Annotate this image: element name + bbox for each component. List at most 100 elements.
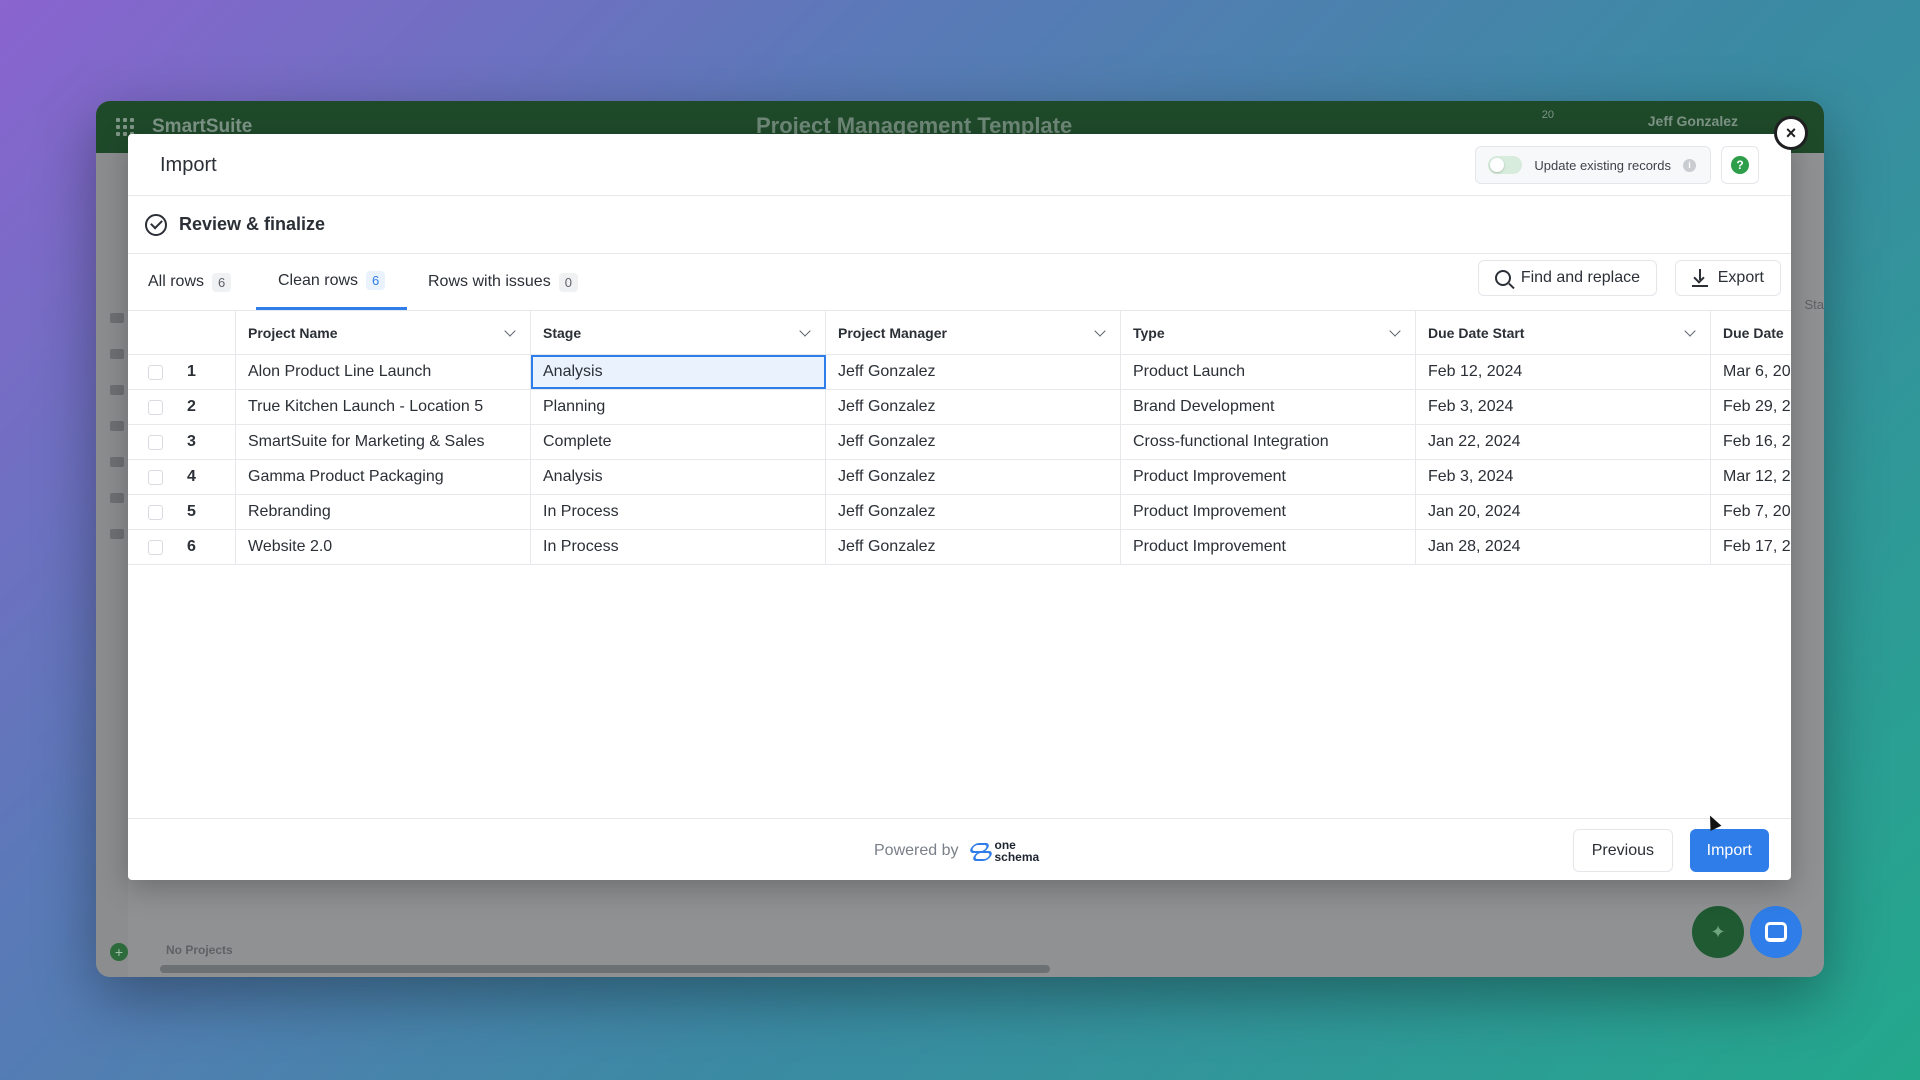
update-existing-toggle-group[interactable]: Update existing records i bbox=[1475, 146, 1711, 184]
tab-rows-with-issues[interactable]: Rows with issues 0 bbox=[428, 254, 578, 310]
column-header[interactable]: Project Name bbox=[236, 311, 531, 354]
chat-icon[interactable] bbox=[1750, 906, 1802, 958]
help-button[interactable]: ? bbox=[1721, 146, 1759, 184]
horizontal-scrollbar[interactable] bbox=[160, 965, 1050, 973]
rail-icon[interactable] bbox=[110, 493, 124, 503]
row-index: 4 bbox=[128, 460, 236, 494]
index-header bbox=[128, 311, 236, 354]
row-index: 3 bbox=[128, 425, 236, 459]
cell-stage[interactable]: Complete bbox=[531, 425, 826, 459]
cell-type[interactable]: Brand Development bbox=[1121, 390, 1416, 424]
column-header[interactable]: Type bbox=[1121, 311, 1416, 354]
column-header[interactable]: Due Date Start bbox=[1416, 311, 1711, 354]
tab-label: Clean rows bbox=[278, 271, 359, 289]
cell-project-manager[interactable]: Jeff Gonzalez bbox=[826, 530, 1121, 564]
table-row[interactable]: 1 Alon Product Line Launch Analysis Jeff… bbox=[128, 355, 1791, 390]
tab-clean-rows[interactable]: Clean rows 6 bbox=[256, 254, 408, 310]
cell-project-name[interactable]: SmartSuite for Marketing & Sales bbox=[236, 425, 531, 459]
cell-type[interactable]: Product Improvement bbox=[1121, 460, 1416, 494]
chevron-down-icon[interactable] bbox=[799, 324, 811, 337]
cell-due-date-start[interactable]: Jan 28, 2024 bbox=[1416, 530, 1711, 564]
rail-icon[interactable] bbox=[110, 385, 124, 395]
chevron-down-icon[interactable] bbox=[504, 324, 516, 337]
row-checkbox[interactable] bbox=[148, 399, 163, 415]
chevron-down-icon[interactable] bbox=[1389, 324, 1401, 337]
cell-due-date-start[interactable]: Feb 3, 2024 bbox=[1416, 390, 1711, 424]
row-checkbox[interactable] bbox=[148, 434, 163, 450]
table-row[interactable]: 4 Gamma Product Packaging Analysis Jeff … bbox=[128, 460, 1791, 495]
info-icon[interactable]: i bbox=[1683, 158, 1696, 172]
table-row[interactable]: 2 True Kitchen Launch - Location 5 Plann… bbox=[128, 390, 1791, 425]
tab-label: Rows with issues bbox=[428, 273, 551, 290]
cell-due-date[interactable]: Feb 29, 2 bbox=[1711, 390, 1791, 424]
cell-project-name[interactable]: Alon Product Line Launch bbox=[236, 355, 531, 389]
cell-due-date[interactable]: Mar 6, 20 bbox=[1711, 355, 1791, 389]
cell-project-manager[interactable]: Jeff Gonzalez bbox=[826, 355, 1121, 389]
check-circle-icon bbox=[145, 213, 167, 236]
cell-due-date-start[interactable]: Feb 12, 2024 bbox=[1416, 355, 1711, 389]
cell-project-name[interactable]: Rebranding bbox=[236, 495, 531, 529]
cell-stage[interactable]: Analysis bbox=[531, 460, 826, 494]
cell-project-name[interactable]: True Kitchen Launch - Location 5 bbox=[236, 390, 531, 424]
rail-icon[interactable] bbox=[110, 349, 124, 359]
column-header[interactable]: Due Date bbox=[1711, 311, 1791, 354]
cell-stage[interactable]: Planning bbox=[531, 390, 826, 424]
export-label: Export bbox=[1717, 269, 1764, 286]
cell-stage[interactable]: In Process bbox=[531, 530, 826, 564]
row-number: 3 bbox=[187, 433, 196, 450]
row-checkbox[interactable] bbox=[148, 364, 163, 380]
cell-stage[interactable]: Analysis bbox=[531, 355, 826, 389]
table-row[interactable]: 3 SmartSuite for Marketing & Sales Compl… bbox=[128, 425, 1791, 460]
previous-button[interactable]: Previous bbox=[1572, 829, 1673, 872]
row-checkbox[interactable] bbox=[148, 504, 163, 520]
column-header-label: Type bbox=[1133, 324, 1165, 341]
cell-type[interactable]: Product Launch bbox=[1121, 355, 1416, 389]
onschema-logo-icon: one schema bbox=[969, 839, 1040, 863]
cell-project-manager[interactable]: Jeff Gonzalez bbox=[826, 425, 1121, 459]
table-row[interactable]: 5 Rebranding In Process Jeff Gonzalez Pr… bbox=[128, 495, 1791, 530]
column-header[interactable]: Stage bbox=[531, 311, 826, 354]
rail-icon[interactable] bbox=[110, 421, 124, 431]
download-icon bbox=[1691, 269, 1708, 287]
sparkle-icon[interactable]: ✦ bbox=[1692, 906, 1744, 958]
chevron-down-icon[interactable] bbox=[1094, 324, 1106, 337]
cell-due-date-start[interactable]: Jan 20, 2024 bbox=[1416, 495, 1711, 529]
update-existing-toggle[interactable] bbox=[1488, 156, 1523, 174]
close-icon[interactable]: × bbox=[1774, 116, 1808, 150]
review-table: Project Name Stage Project Manager Type … bbox=[128, 310, 1791, 698]
rail-icon[interactable] bbox=[110, 529, 124, 539]
cell-due-date[interactable]: Feb 16, 2 bbox=[1711, 425, 1791, 459]
import-button[interactable]: Import bbox=[1689, 829, 1769, 872]
table-row[interactable]: 6 Website 2.0 In Process Jeff Gonzalez P… bbox=[128, 530, 1791, 565]
cell-project-manager[interactable]: Jeff Gonzalez bbox=[826, 495, 1121, 529]
rail-icon[interactable] bbox=[110, 313, 124, 323]
cell-type[interactable]: Product Improvement bbox=[1121, 530, 1416, 564]
export-button[interactable]: Export bbox=[1674, 260, 1781, 296]
cell-project-name[interactable]: Website 2.0 bbox=[236, 530, 531, 564]
add-icon[interactable]: + bbox=[110, 943, 128, 961]
cell-project-name[interactable]: Gamma Product Packaging bbox=[236, 460, 531, 494]
cell-due-date-start[interactable]: Feb 3, 2024 bbox=[1416, 460, 1711, 494]
row-checkbox[interactable] bbox=[148, 539, 163, 555]
cell-due-date[interactable]: Feb 7, 20 bbox=[1711, 495, 1791, 529]
row-number: 4 bbox=[187, 468, 196, 485]
cell-project-manager[interactable]: Jeff Gonzalez bbox=[826, 460, 1121, 494]
powered-by-label: Powered by bbox=[874, 842, 959, 859]
cell-due-date-start[interactable]: Jan 22, 2024 bbox=[1416, 425, 1711, 459]
cell-type[interactable]: Product Improvement bbox=[1121, 495, 1416, 529]
cell-stage[interactable]: In Process bbox=[531, 495, 826, 529]
logo-line-2: schema bbox=[994, 850, 1040, 864]
row-number: 1 bbox=[187, 363, 196, 380]
tab-all-rows[interactable]: All rows 6 bbox=[148, 254, 232, 310]
row-checkbox[interactable] bbox=[148, 469, 163, 485]
chevron-down-icon[interactable] bbox=[1684, 324, 1696, 337]
find-and-replace-button[interactable]: Find and replace bbox=[1477, 260, 1657, 296]
rail-icon[interactable] bbox=[110, 457, 124, 467]
user-name[interactable]: Jeff Gonzalez bbox=[1648, 113, 1738, 129]
cell-type[interactable]: Cross-functional Integration bbox=[1121, 425, 1416, 459]
cell-due-date[interactable]: Feb 17, 2 bbox=[1711, 530, 1791, 564]
column-header[interactable]: Project Manager bbox=[826, 311, 1121, 354]
cell-due-date[interactable]: Mar 12, 2 bbox=[1711, 460, 1791, 494]
cell-project-manager[interactable]: Jeff Gonzalez bbox=[826, 390, 1121, 424]
onschema-mark bbox=[969, 842, 989, 860]
